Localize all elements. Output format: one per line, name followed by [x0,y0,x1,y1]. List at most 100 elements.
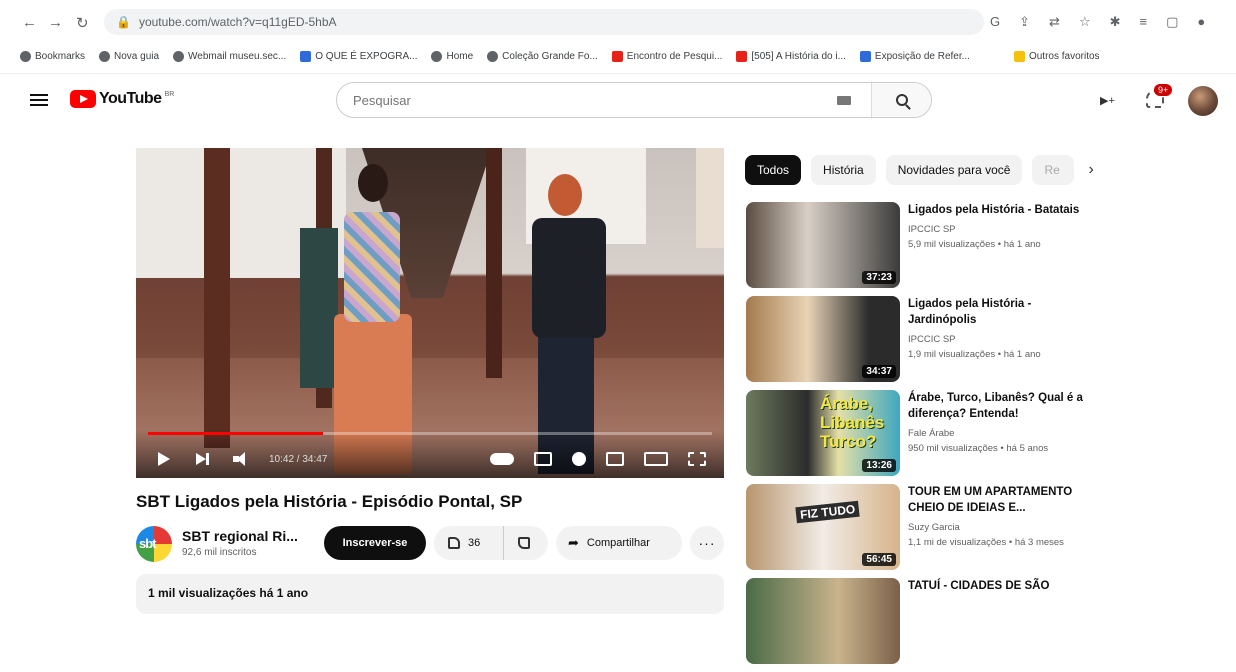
duration-badge: 13:26 [862,459,896,472]
volume-icon[interactable] [233,452,251,466]
duration-badge: 56:45 [862,553,896,566]
bookmark-item[interactable]: Coleção Grande Fo... [487,51,598,62]
url-text: youtube.com/watch?v=q11gED-5hbA [138,15,337,29]
bookmark-item[interactable]: Bookmarks [20,51,85,62]
bookmark-label: Encontro de Pesqui... [626,51,723,62]
related-video-title[interactable]: Ligados pela História - Batatais [908,202,1098,218]
channel-name[interactable]: SBT regional Ri... [182,528,298,544]
thumbs-down-icon[interactable] [518,537,530,549]
play-icon[interactable] [158,452,170,466]
related-video-title[interactable]: TOUR EM UM APARTAMENTO CHEIO DE IDEIAS E… [908,484,1098,516]
bookmarks-bar: Bookmarks Nova guia Webmail museu.sec... O … [0,40,1236,74]
time-display: 10:42 / 34:47 [269,453,328,465]
related-video-meta: 1,1 mi de visualizações • há 3 meses [908,537,1064,548]
like-count: 36 [468,537,481,549]
autoplay-toggle-icon[interactable] [490,453,514,465]
reading-list-icon[interactable]: ≡ [1140,14,1148,30]
subscribe-button[interactable]: Inscrever-se [324,526,426,560]
bookmark-label: Outros favoritos [1028,51,1100,62]
channel-row: sbt SBT regional Ri... 92,6 mil inscrito… [136,524,724,564]
share-page-icon[interactable]: ⇪ [1019,14,1030,30]
chip-0[interactable]: Todos [745,155,802,185]
globe-icon [487,51,499,62]
image-icon [859,51,871,62]
search-button[interactable] [871,83,931,117]
bookmark-item[interactable]: O QUE É EXPOGRA... [300,51,417,62]
bookmark-item[interactable]: Outros favoritos [1013,51,1100,62]
related-video-item[interactable]: 34:37 Ligados pela História - Jardinópoli… [746,296,1106,390]
side-panel-icon[interactable]: ▢ [1166,14,1178,30]
browser-toolbar: ← → ↻ 🔒 youtube.com/watch?v=q11gED-5hbA … [0,0,1236,40]
youtube-icon [611,51,623,62]
next-video-icon[interactable] [196,453,209,465]
duration-badge: 37:23 [862,271,896,284]
video-thumbnail[interactable]: FIZ TUDO 56:45 [746,484,900,570]
back-arrow-icon[interactable]: ← [22,14,37,31]
bookmark-item[interactable]: Exposição de Refer... [859,51,970,62]
logo-text: YouTube [99,90,162,107]
video-player[interactable]: 10:42 / 34:47 [136,148,724,478]
bookmark-star-icon[interactable]: ☆ [1079,14,1091,30]
related-channel-name[interactable]: Fale Árabe [908,428,954,439]
chevron-right-icon[interactable]: › [1088,161,1093,179]
avatar[interactable] [1188,86,1218,116]
related-video-title[interactable]: TATUÍ - CIDADES DE SÃO [908,578,1098,594]
bookmark-label: Bookmarks [35,51,86,62]
profile-avatar-icon[interactable]: ● [1197,14,1205,30]
bookmark-item[interactable]: Webmail museu.sec... [173,51,286,62]
subscriber-count: 92,6 mil inscritos [182,547,257,558]
filter-chips: Todos História Novidades para você Re › [745,155,1094,185]
hamburger-menu-icon[interactable] [30,94,48,106]
settings-gear-icon[interactable] [572,452,586,466]
chip-2[interactable]: Novidades para você [885,155,1023,185]
chip-3[interactable]: Re [1032,155,1075,185]
related-video-item[interactable]: 37:23 Ligados pela História - Batatais IPC… [746,202,1106,296]
more-actions-button[interactable]: ··· [690,526,724,560]
video-thumbnail[interactable]: Árabe, Libanês Turco? 13:26 [746,390,900,476]
like-button[interactable]: 36 [434,526,504,560]
subtitles-icon[interactable] [534,452,552,466]
search-input[interactable] [337,92,837,108]
related-video-title[interactable]: Árabe, Turco, Libanês? Qual é a diferenç… [908,390,1098,422]
translate-icon[interactable]: ⇄ [1049,14,1060,30]
bookmark-label: Nova guia [114,51,160,62]
related-video-item[interactable]: TATUÍ - CIDADES DE SÃO [746,578,1106,672]
keyboard-icon[interactable] [837,95,851,105]
related-video-item[interactable]: FIZ TUDO 56:45 TOUR EM UM APARTAMENTO CHEI… [746,484,1106,578]
related-channel-name[interactable]: IPCCIC SP [908,224,956,235]
video-thumbnail[interactable] [746,578,900,664]
extensions-puzzle-icon[interactable]: ✱ [1110,14,1121,30]
theater-mode-icon[interactable] [644,452,668,466]
thumbnail-text: Árabe, Libanês Turco? [820,394,885,451]
video-title: SBT Ligados pela História - Episódio Pon… [136,492,523,511]
share-button[interactable]: ➦ Compartilhar [556,526,682,560]
channel-avatar[interactable]: sbt [136,526,172,562]
youtube-logo[interactable]: YouTube BR [70,90,174,108]
thumbs-up-icon [448,537,460,549]
bookmark-item[interactable]: Home [431,51,473,62]
related-video-meta: 5,9 mil visualizações • há 1 ano [908,239,1041,250]
bookmark-item[interactable]: Nova guia [99,51,159,62]
description-box[interactable]: 1 mil visualizações há 1 ano [136,574,724,614]
google-icon[interactable]: G [990,14,1000,30]
related-video-item[interactable]: Árabe, Libanês Turco? 13:26 Árabe, Turco, … [746,390,1106,484]
related-channel-name[interactable]: Suzy Garcia [908,522,960,533]
chip-1[interactable]: História [811,155,876,185]
related-channel-name[interactable]: IPCCIC SP [908,334,956,345]
progress-bar[interactable] [148,432,712,435]
video-thumbnail[interactable]: 37:23 [746,202,900,288]
related-video-title[interactable]: Ligados pela História - Jardinópolis [908,296,1098,328]
reload-icon[interactable]: ↻ [76,14,89,32]
youtube-play-logo-icon [70,90,96,108]
create-video-icon[interactable]: ▶+ [1100,94,1115,107]
sparkle-icon [300,51,312,62]
address-bar[interactable]: 🔒 youtube.com/watch?v=q11gED-5hbA [104,9,984,35]
search-icon [895,94,908,106]
notification-badge: 9+ [1154,84,1173,96]
bookmark-item[interactable]: [505] A História do i... [736,51,846,62]
forward-arrow-icon[interactable]: → [48,14,63,31]
miniplayer-icon[interactable] [606,452,624,466]
bookmark-item[interactable]: Encontro de Pesqui... [611,51,723,62]
video-thumbnail[interactable]: 34:37 [746,296,900,382]
fullscreen-icon[interactable] [688,452,706,466]
